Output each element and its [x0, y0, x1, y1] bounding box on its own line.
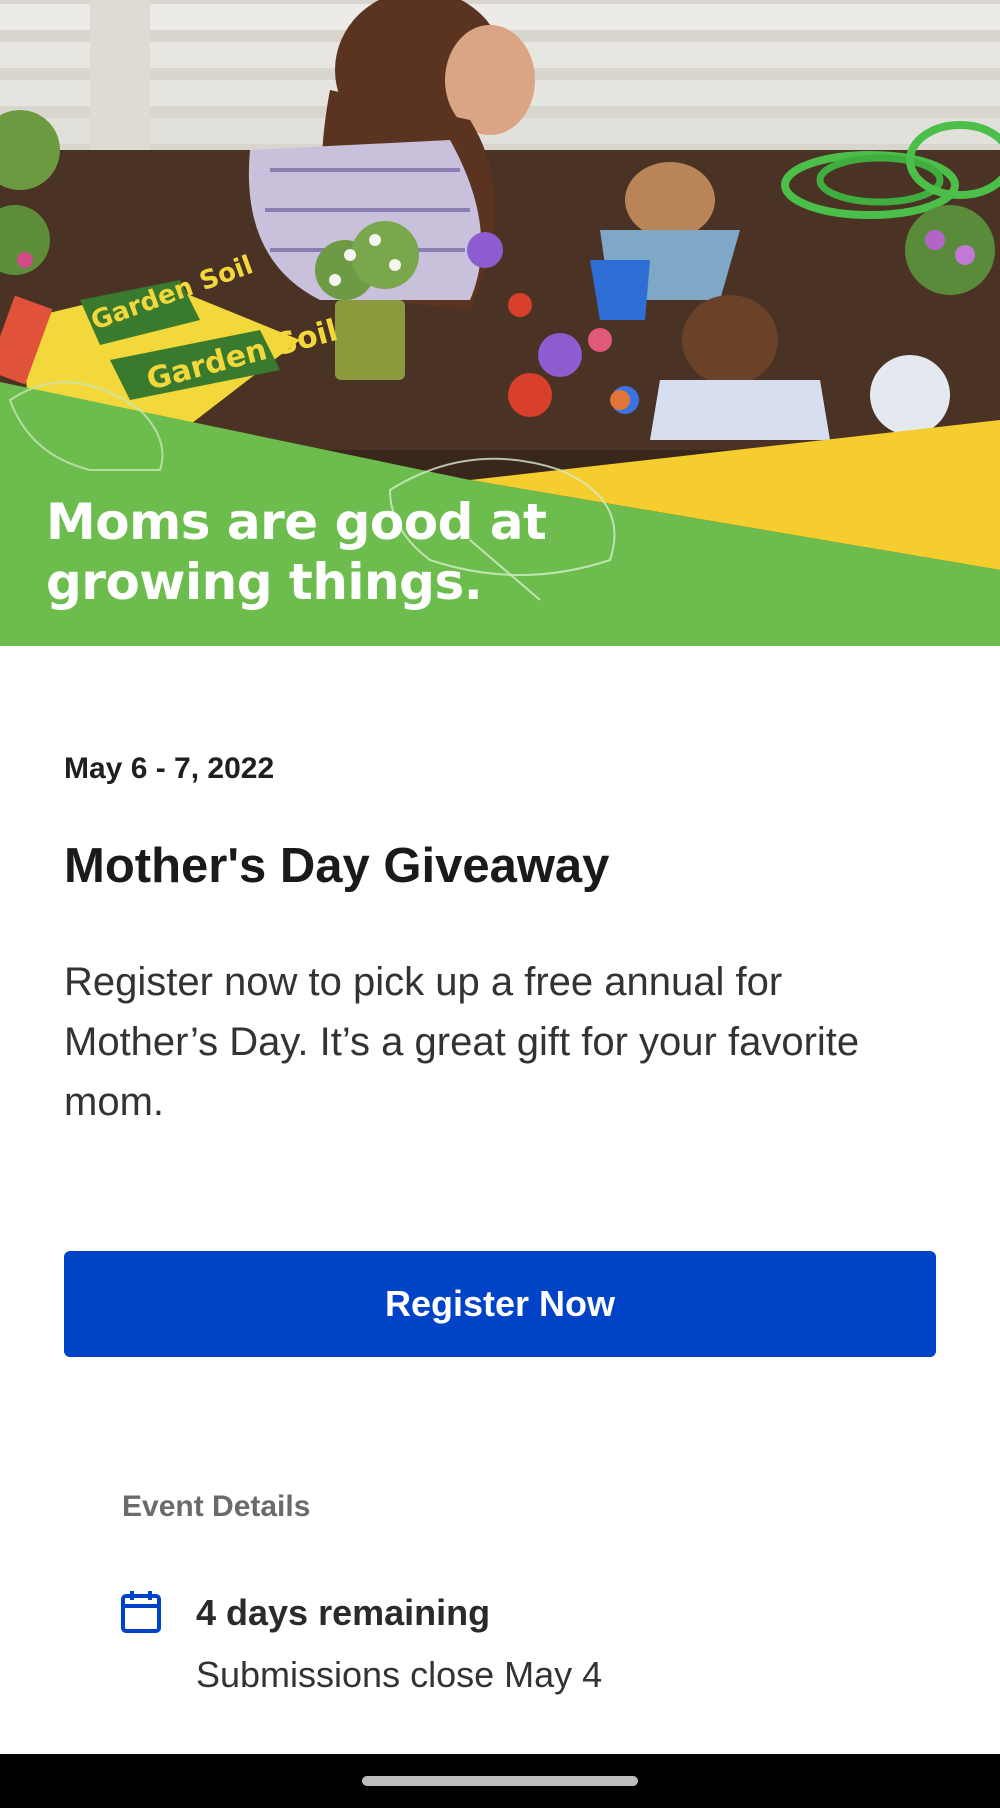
- hero-headline-line1: Moms are good at: [46, 493, 547, 551]
- event-date: May 6 - 7, 2022: [64, 752, 275, 785]
- hero-headline-line2: growing things.: [46, 553, 483, 611]
- hero-headline: Moms are good at growing things.: [46, 492, 547, 612]
- event-title: Mother's Day Giveaway: [64, 839, 610, 893]
- home-gesture-pill[interactable]: [362, 1776, 638, 1786]
- days-remaining: 4 days remaining: [196, 1592, 491, 1633]
- event-description: Register now to pick up a free annual fo…: [64, 960, 860, 1124]
- event-details-heading: Event Details: [122, 1490, 311, 1523]
- submissions-close: Submissions close May 4: [196, 1654, 603, 1695]
- system-nav-bar: [0, 1754, 1000, 1808]
- calendar-icon: [121, 1591, 161, 1633]
- hero-banner: Garden Soil Garden Soil Moms are good at…: [0, 0, 1000, 646]
- register-now-button[interactable]: Register Now: [64, 1251, 936, 1357]
